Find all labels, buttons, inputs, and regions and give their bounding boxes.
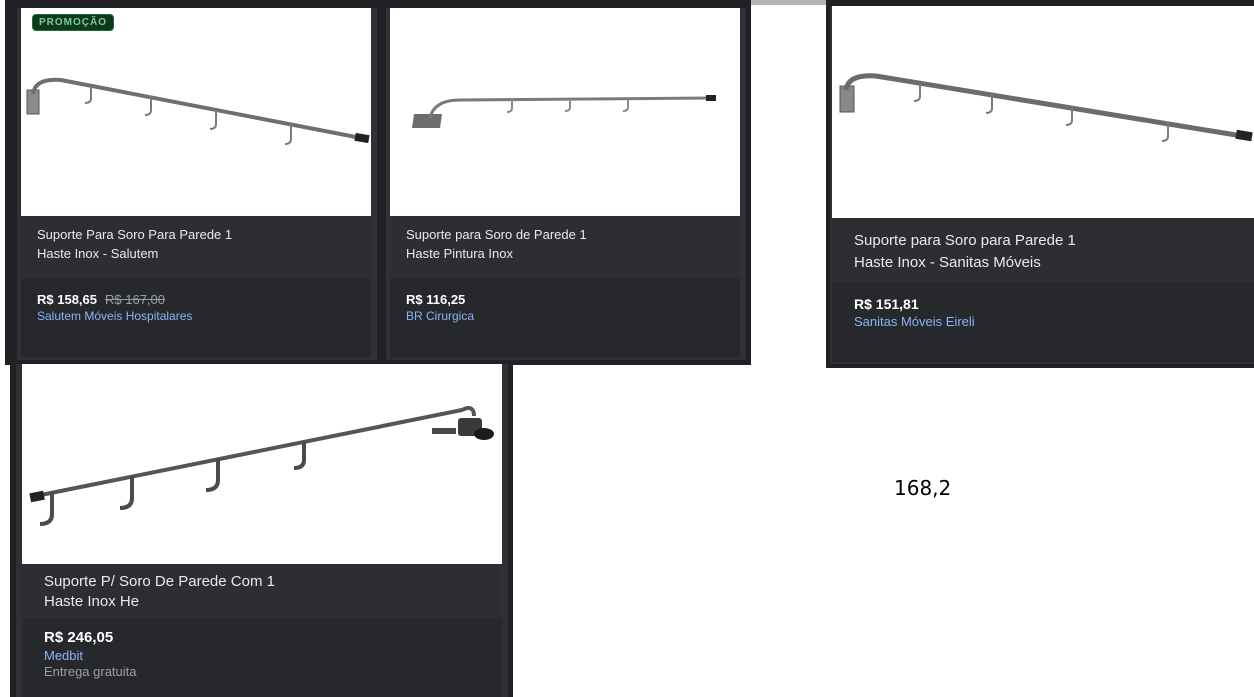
promo-badge: PROMOÇÃO	[32, 14, 114, 31]
product-card[interactable]: Suporte para Soro de Parede 1 Haste Pint…	[386, 8, 746, 360]
iv-pole-icon	[29, 406, 494, 526]
price-area: R$ 116,25 BR Cirurgica	[390, 278, 740, 358]
product-title-line: Haste Inox - Sanitas Móveis	[854, 253, 1041, 271]
seller-link[interactable]: Medbit	[44, 648, 480, 665]
product-image[interactable]	[21, 8, 371, 216]
product-title-line: Haste Inox He	[44, 593, 140, 611]
annotation-text: 168,2	[894, 476, 952, 500]
product-title-line: Haste Inox - Salutem	[37, 245, 159, 261]
price: R$ 151,81	[854, 296, 919, 312]
product-image[interactable]	[832, 6, 1254, 218]
product-image[interactable]	[390, 8, 740, 216]
product-title[interactable]: Suporte para Soro para Parede 1 Haste In…	[832, 218, 1254, 282]
price: R$ 158,65	[37, 292, 97, 307]
product-card[interactable]: Suporte P/ Soro De Parede Com 1 Haste In…	[16, 364, 508, 697]
price-area: R$ 246,05 Medbit Entrega gratuita	[22, 618, 502, 697]
iv-pole-icon	[839, 73, 1253, 142]
old-price: R$ 167,00	[105, 292, 165, 307]
product-title-line: Suporte para Soro de Parede 1	[406, 227, 587, 242]
product-card[interactable]: Suporte Para Soro Para Parede 1 Haste In…	[17, 8, 377, 360]
price: R$ 246,05	[44, 629, 114, 646]
results-panel-bottom: Suporte P/ Soro De Parede Com 1 Haste In…	[10, 360, 513, 697]
product-title[interactable]: Suporte para Soro de Parede 1 Haste Pint…	[390, 216, 740, 278]
price: R$ 116,25	[406, 292, 466, 307]
seller-link[interactable]: Sanitas Móveis Eireli	[854, 314, 1232, 329]
product-title[interactable]: Suporte P/ Soro De Parede Com 1 Haste In…	[22, 564, 502, 618]
iv-pole-icon	[412, 95, 716, 128]
results-panel-top-left: Suporte Para Soro Para Parede 1 Haste In…	[5, 0, 751, 365]
results-panel-top-right: Suporte para Soro para Parede 1 Haste In…	[826, 0, 1254, 368]
seller-link[interactable]: Salutem Móveis Hospitalares	[37, 309, 355, 323]
seller-link[interactable]: BR Cirurgica	[406, 309, 724, 323]
divider-line	[744, 0, 826, 5]
product-title-line: Haste Pintura Inox	[406, 245, 513, 261]
price-area: R$ 151,81 Sanitas Móveis Eireli	[832, 282, 1254, 362]
price-area: R$ 158,65 R$ 167,00 Salutem Móveis Hospit…	[21, 278, 371, 358]
product-title-line: Suporte P/ Soro De Parede Com 1	[44, 573, 275, 590]
product-card[interactable]: Suporte para Soro para Parede 1 Haste In…	[830, 6, 1254, 364]
product-title[interactable]: Suporte Para Soro Para Parede 1 Haste In…	[21, 216, 371, 278]
product-title-line: Suporte Para Soro Para Parede 1	[37, 227, 233, 242]
product-image[interactable]	[22, 364, 502, 564]
iv-pole-icon	[26, 77, 370, 145]
product-title-line: Suporte para Soro para Parede 1	[854, 232, 1076, 249]
shipping-info: Entrega gratuita	[44, 664, 137, 680]
